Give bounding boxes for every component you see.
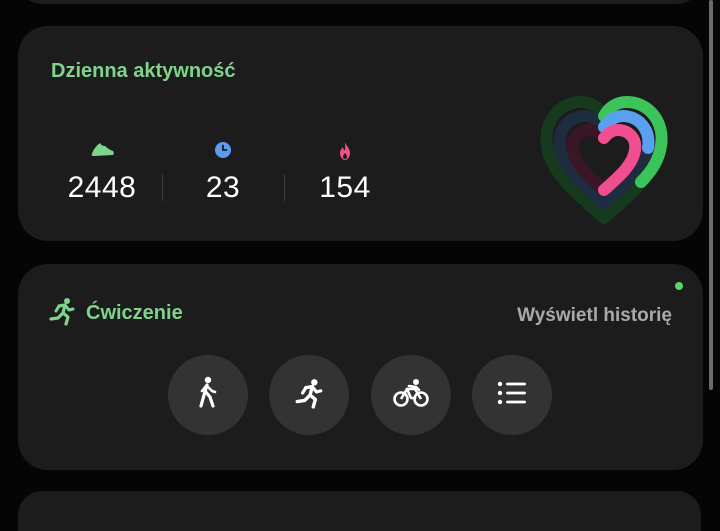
walking-button[interactable] xyxy=(168,355,248,435)
calories-stat: 154 xyxy=(300,140,390,205)
running-icon xyxy=(293,377,325,414)
scrollbar[interactable] xyxy=(709,0,713,390)
running-button[interactable] xyxy=(269,355,349,435)
exercise-title: Ćwiczenie xyxy=(86,302,183,324)
exercise-card[interactable]: Ćwiczenie Wyświetl historię xyxy=(18,264,703,470)
steps-value: 2448 xyxy=(67,171,137,204)
activity-heart-rings[interactable] xyxy=(523,68,685,230)
exercise-header: Ćwiczenie xyxy=(47,296,183,331)
cycling-button[interactable] xyxy=(371,355,451,435)
active-time-stat: 23 xyxy=(178,140,268,205)
stat-divider xyxy=(162,174,163,201)
list-icon xyxy=(497,381,527,410)
previous-card[interactable] xyxy=(18,0,701,4)
flame-icon xyxy=(300,140,390,166)
active-time-value: 23 xyxy=(205,171,241,204)
status-dot xyxy=(675,282,683,290)
cycling-icon xyxy=(392,378,430,413)
daily-activity-title: Dzienna aktywność xyxy=(51,60,236,82)
more-exercises-button[interactable] xyxy=(472,355,552,435)
clock-icon xyxy=(178,140,268,166)
walking-icon xyxy=(193,376,223,415)
shoe-icon xyxy=(57,140,147,166)
steps-stat: 2448 xyxy=(57,140,147,205)
calories-value: 154 xyxy=(319,171,371,204)
daily-activity-card[interactable]: Dzienna aktywność 2448 23 154 xyxy=(18,26,703,241)
stat-divider xyxy=(284,174,285,201)
next-card[interactable] xyxy=(18,491,701,531)
running-person-icon xyxy=(47,296,77,331)
view-history-link[interactable]: Wyświetl historię xyxy=(517,305,672,327)
